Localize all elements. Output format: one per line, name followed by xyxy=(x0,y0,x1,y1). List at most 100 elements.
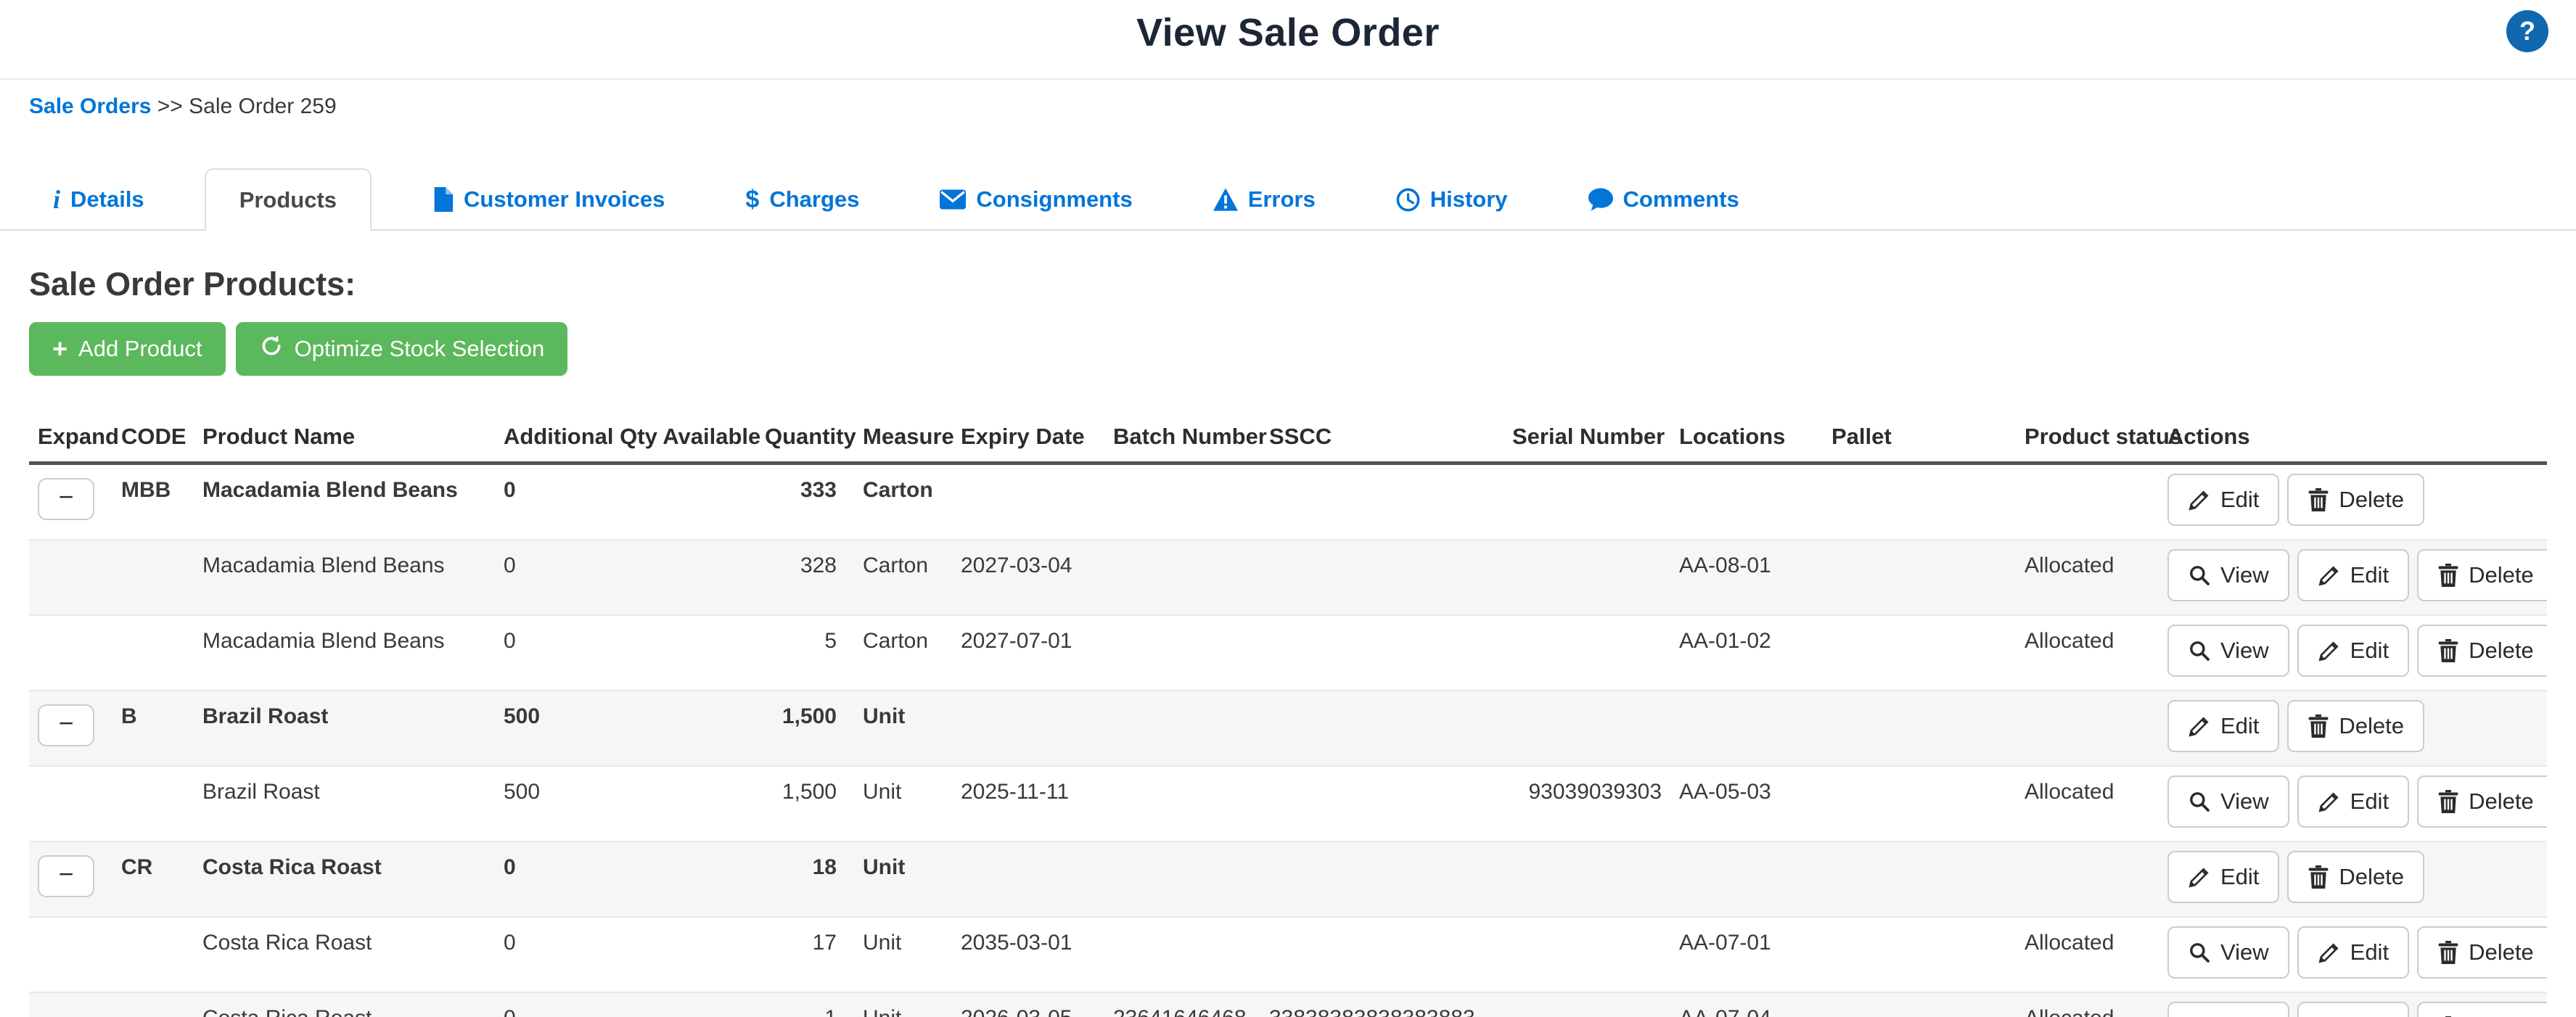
product-row: −MBBMacadamia Blend Beans0333CartonEditD… xyxy=(29,464,2547,540)
column-header-measure: Measure xyxy=(854,419,952,464)
cell-name: Brazil Roast xyxy=(194,766,495,841)
question-icon: ? xyxy=(2519,16,2535,46)
cell-actions: EditDelete xyxy=(2159,464,2547,540)
tab-details[interactable]: iDetails xyxy=(33,170,165,229)
info-icon: i xyxy=(53,186,60,213)
edit-button[interactable]: Edit xyxy=(2297,775,2409,828)
cell-additional-qty: 0 xyxy=(495,917,756,992)
delete-button[interactable]: Delete xyxy=(2417,926,2547,979)
tab-consignments[interactable]: Consignments xyxy=(919,170,1152,229)
optimize-stock-selection-button[interactable]: Optimize Stock Selection xyxy=(236,322,568,376)
cell-code: CR xyxy=(112,841,194,917)
column-header-pallet: Pallet xyxy=(1823,419,1995,464)
cell-pallet xyxy=(1823,615,1995,691)
breadcrumb-current: Sale Order 259 xyxy=(189,94,336,118)
cell-pallet xyxy=(1823,841,1995,917)
edit-button[interactable]: Edit xyxy=(2167,474,2279,526)
edit-button-label: Edit xyxy=(2220,864,2259,890)
view-button-label: View xyxy=(2220,939,2269,965)
pencil-icon xyxy=(2318,639,2341,662)
cell-code xyxy=(112,766,194,841)
tab-label: Products xyxy=(239,187,337,213)
cell-product-status: Allocated xyxy=(1995,917,2159,992)
collapse-button[interactable]: − xyxy=(38,855,94,897)
cell-batch-number xyxy=(1104,540,1260,615)
cell-pallet xyxy=(1823,464,1995,540)
delete-button[interactable]: Delete xyxy=(2287,851,2424,903)
view-button-label: View xyxy=(2220,789,2269,815)
add-product-button[interactable]: + Add Product xyxy=(29,322,226,376)
view-button[interactable]: View xyxy=(2167,926,2289,979)
delete-button[interactable]: Delete xyxy=(2417,625,2547,677)
delete-button[interactable]: Delete xyxy=(2417,1002,2547,1017)
cell-expand xyxy=(29,615,112,691)
trash-icon xyxy=(2308,488,2329,511)
collapse-button[interactable]: − xyxy=(38,704,94,746)
plus-icon: + xyxy=(52,336,67,362)
cell-serial-number xyxy=(1504,464,1670,540)
cell-serial-number xyxy=(1504,691,1670,766)
cell-batch-number xyxy=(1104,615,1260,691)
cell-serial-number xyxy=(1504,540,1670,615)
cell-expiry-date: 2027-07-01 xyxy=(952,615,1104,691)
cell-product-status: Allocated xyxy=(1995,615,2159,691)
cell-product-status xyxy=(1995,691,2159,766)
delete-button[interactable]: Delete xyxy=(2287,700,2424,752)
cell-locations: AA-07-04 xyxy=(1670,992,1823,1017)
edit-button[interactable]: Edit xyxy=(2167,700,2279,752)
breadcrumb-sale-orders-link[interactable]: Sale Orders xyxy=(29,94,151,118)
edit-button[interactable]: Edit xyxy=(2297,1002,2409,1017)
view-button[interactable]: View xyxy=(2167,625,2289,677)
comment-icon xyxy=(1588,188,1613,211)
tab-products[interactable]: Products xyxy=(205,168,372,231)
edit-button-label: Edit xyxy=(2350,939,2389,965)
tab-label: Consignments xyxy=(976,186,1132,213)
edit-button[interactable]: Edit xyxy=(2297,926,2409,979)
trash-icon xyxy=(2308,715,2329,738)
tab-label: Charges xyxy=(769,186,859,213)
cell-quantity: 18 xyxy=(756,841,854,917)
cell-code: B xyxy=(112,691,194,766)
edit-button[interactable]: Edit xyxy=(2167,851,2279,903)
cell-product-status xyxy=(1995,841,2159,917)
cell-quantity: 328 xyxy=(756,540,854,615)
tab-customer-invoices[interactable]: Customer Invoices xyxy=(411,170,685,229)
cell-locations: AA-05-03 xyxy=(1670,766,1823,841)
tab-history[interactable]: History xyxy=(1376,170,1528,229)
column-header-product-status: Product status xyxy=(1995,419,2159,464)
delete-button[interactable]: Delete xyxy=(2417,775,2547,828)
cell-product-status: Allocated xyxy=(1995,540,2159,615)
clock-icon xyxy=(1396,188,1420,212)
view-button-label: View xyxy=(2220,638,2269,664)
cell-expiry-date: 2035-03-01 xyxy=(952,917,1104,992)
tab-label: Errors xyxy=(1248,186,1316,213)
edit-button[interactable]: Edit xyxy=(2297,549,2409,601)
cell-sscc xyxy=(1260,464,1504,540)
page-header: View Sale Order ? xyxy=(0,0,2576,80)
cell-locations: AA-01-02 xyxy=(1670,615,1823,691)
edit-button[interactable]: Edit xyxy=(2297,625,2409,677)
cell-product-status: Allocated xyxy=(1995,992,2159,1017)
view-button[interactable]: View xyxy=(2167,1002,2289,1017)
breadcrumb: Sale Orders >> Sale Order 259 xyxy=(29,94,2576,119)
stock-row: Brazil Roast5001,500Unit2025-11-11930390… xyxy=(29,766,2547,841)
pencil-icon xyxy=(2188,488,2211,511)
view-button[interactable]: View xyxy=(2167,775,2289,828)
tab-charges[interactable]: $Charges xyxy=(725,170,879,229)
delete-button[interactable]: Delete xyxy=(2417,549,2547,601)
cell-expand: − xyxy=(29,464,112,540)
cell-measure: Unit xyxy=(854,691,952,766)
column-header-actions: Actions xyxy=(2159,419,2547,464)
delete-button[interactable]: Delete xyxy=(2287,474,2424,526)
tab-label: History xyxy=(1430,186,1508,213)
column-header-product-name: Product Name xyxy=(194,419,495,464)
cell-quantity: 333 xyxy=(756,464,854,540)
view-button[interactable]: View xyxy=(2167,549,2289,601)
file-icon xyxy=(432,187,454,212)
help-button[interactable]: ? xyxy=(2506,10,2548,52)
trash-icon xyxy=(2437,564,2459,587)
tab-errors[interactable]: Errors xyxy=(1193,170,1336,229)
cell-additional-qty: 0 xyxy=(495,540,756,615)
tab-comments[interactable]: Comments xyxy=(1568,170,1760,229)
collapse-button[interactable]: − xyxy=(38,478,94,520)
